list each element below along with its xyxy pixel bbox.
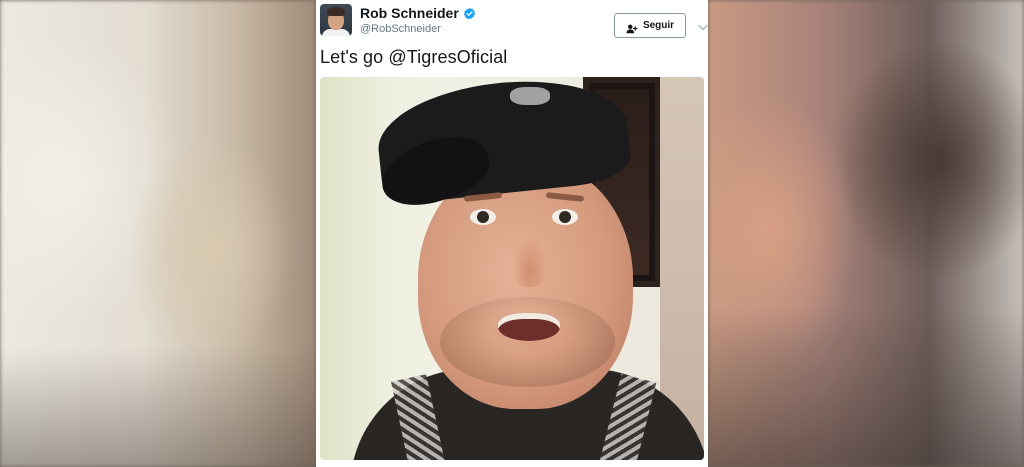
follow-button-label: Seguir xyxy=(642,20,675,31)
author-name-row: Rob Schneider xyxy=(360,5,476,21)
tweet-video[interactable] xyxy=(320,77,704,460)
author-handle[interactable]: @RobSchneider xyxy=(360,23,441,35)
chevron-down-icon[interactable] xyxy=(698,19,708,31)
verified-badge-icon xyxy=(463,7,476,20)
add-user-icon xyxy=(626,21,638,33)
screenshot-stage: Rob Schneider @RobSchneider Seguir Let's… xyxy=(0,0,1024,467)
tweet-text: Let's go @TigresOficial xyxy=(320,47,508,67)
avatar[interactable] xyxy=(320,4,352,36)
blurred-background-left xyxy=(0,0,316,467)
author-name[interactable]: Rob Schneider xyxy=(360,5,459,21)
tweet-header: Rob Schneider @RobSchneider Seguir xyxy=(320,4,708,40)
tweet-card: Rob Schneider @RobSchneider Seguir Let's… xyxy=(316,0,708,467)
blurred-background-right xyxy=(708,0,1024,467)
follow-button[interactable]: Seguir xyxy=(614,13,686,38)
